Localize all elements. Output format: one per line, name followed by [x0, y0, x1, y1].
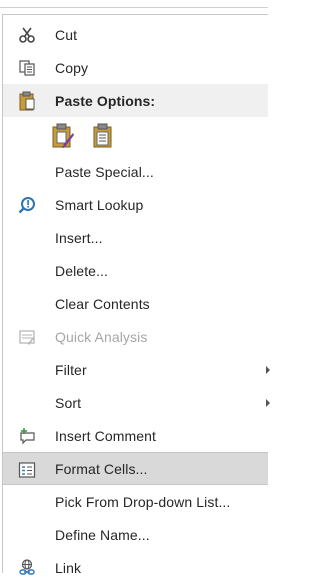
define-name-label: Define Name... [55, 526, 150, 543]
menu-item-filter[interactable]: Filter [3, 353, 270, 386]
format-cells-label: Format Cells... [55, 460, 148, 477]
insert-label: Insert... [55, 229, 103, 246]
link-label: Link [55, 559, 82, 576]
menu-item-pick-dropdown[interactable]: Pick From Drop-down List... [3, 485, 268, 518]
copy-icon [17, 58, 37, 78]
filter-label: Filter [55, 361, 87, 378]
cut-label: Cut [55, 26, 78, 43]
quick-analysis-icon [17, 327, 37, 347]
paste-values-icon[interactable] [91, 123, 115, 149]
format-cells-icon [17, 460, 37, 480]
menu-item-sort[interactable]: Sort [3, 386, 270, 419]
menu-item-define-name[interactable]: Define Name... [3, 518, 268, 551]
copy-label: Copy [55, 59, 89, 76]
delete-label: Delete... [55, 262, 109, 279]
menu-item-insert-comment[interactable]: Insert Comment [3, 419, 268, 452]
menu-item-quick-analysis[interactable]: Quick Analysis [3, 320, 268, 353]
menu-item-delete[interactable]: Delete... [3, 254, 268, 287]
link-icon [17, 558, 37, 578]
clear-contents-label: Clear Contents [55, 295, 150, 312]
submenu-arrow-icon [266, 398, 270, 407]
submenu-arrow-icon [266, 365, 270, 374]
insert-comment-label: Insert Comment [55, 427, 156, 444]
comment-icon [17, 426, 37, 446]
menu-item-format-cells[interactable]: Format Cells... [3, 452, 268, 485]
sort-label: Sort [55, 394, 82, 411]
menu-item-clear-contents[interactable]: Clear Contents [3, 287, 268, 320]
paste-formatting-icon[interactable] [51, 123, 75, 149]
menu-item-paste-special[interactable]: Paste Special... [3, 155, 268, 188]
menu-item-copy[interactable]: Copy [3, 51, 268, 84]
menu-item-insert[interactable]: Insert... [3, 221, 268, 254]
paste-special-label: Paste Special... [55, 163, 154, 180]
clipboard-icon [17, 91, 37, 111]
pick-dropdown-label: Pick From Drop-down List... [55, 493, 231, 510]
smart-lookup-label: Smart Lookup [55, 196, 144, 213]
paste-options-header: Paste Options: [3, 84, 268, 117]
menu-top-edge [0, 0, 268, 8]
menu-item-link[interactable]: Link [3, 551, 268, 584]
paste-options-label: Paste Options: [55, 92, 156, 109]
menu-item-smart-lookup[interactable]: Smart Lookup [3, 188, 268, 221]
paste-buttons-row [3, 117, 268, 155]
menu-item-cut[interactable]: Cut [3, 18, 268, 51]
smart-lookup-icon [17, 195, 37, 215]
context-menu: Cut Copy Paste Options: Paste Special...… [2, 14, 270, 576]
scissors-icon [17, 25, 37, 45]
quick-analysis-label: Quick Analysis [55, 328, 148, 345]
